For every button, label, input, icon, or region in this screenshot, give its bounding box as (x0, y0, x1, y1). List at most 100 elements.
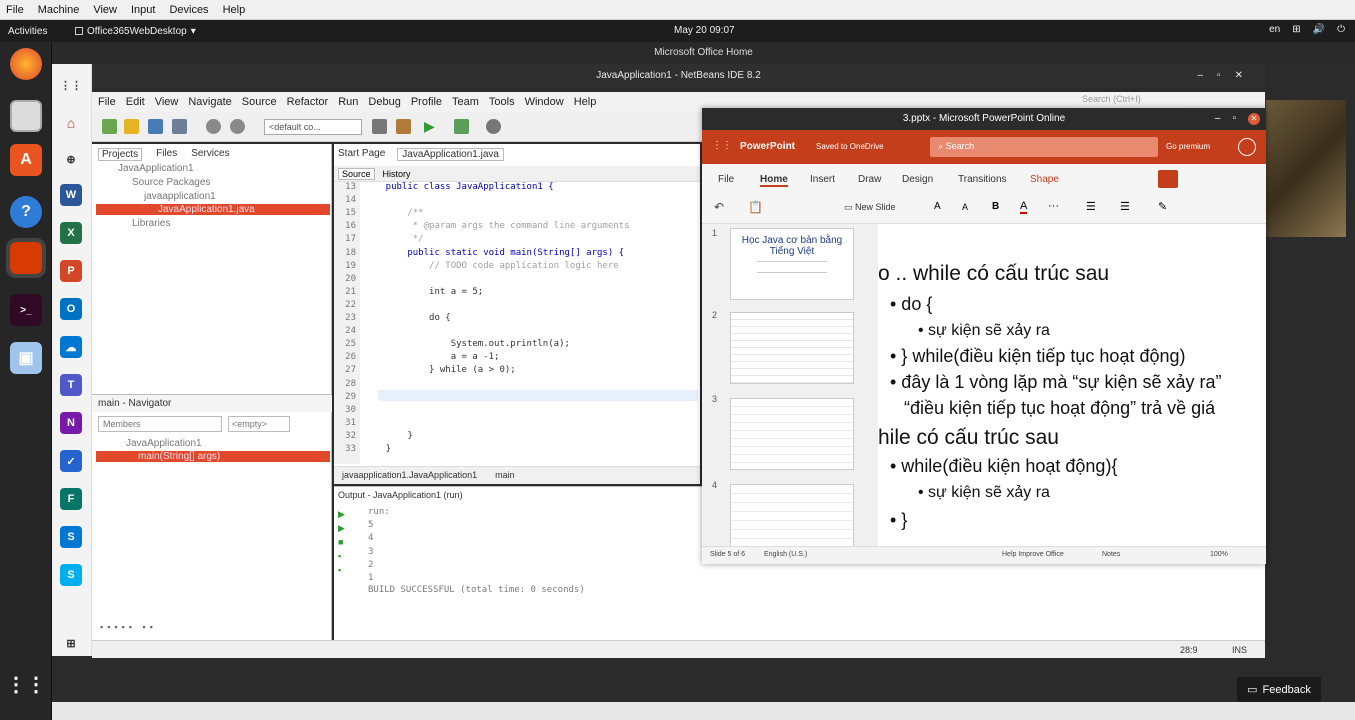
navigator-title[interactable]: main - Navigator (98, 398, 171, 409)
tab-java-file[interactable]: JavaApplication1.java (397, 148, 504, 161)
clean-build-icon[interactable] (396, 119, 411, 134)
window-controls[interactable]: –▫✕ (1198, 64, 1258, 88)
tab-insert[interactable]: Insert (810, 174, 835, 185)
host-menu-item[interactable]: View (93, 4, 117, 16)
bold-icon[interactable]: B (992, 201, 999, 212)
nb-menu-item[interactable]: Help (574, 96, 597, 108)
font-color-icon[interactable]: A (1020, 200, 1028, 214)
bullets-icon[interactable]: ☰ (1086, 200, 1096, 213)
go-premium-link[interactable]: Go premium (1166, 142, 1210, 151)
zoom-level[interactable]: 100% (1210, 551, 1228, 558)
tab-history[interactable]: History (383, 169, 411, 179)
navigator-empty-combo[interactable]: <empty> (228, 416, 290, 432)
sway-icon[interactable]: S (60, 526, 82, 548)
tab-projects[interactable]: Projects (98, 148, 143, 161)
app-menu[interactable]: Office365WebDesktop ▾ (75, 26, 196, 37)
slide-thumb-3[interactable] (730, 398, 854, 470)
todo-icon[interactable]: ✓ (60, 450, 82, 472)
host-menu-item[interactable]: Machine (38, 4, 80, 16)
nb-menu-item[interactable]: Tools (489, 96, 515, 108)
language-indicator[interactable]: en (1269, 24, 1280, 35)
tree-libraries[interactable]: Libraries (132, 218, 170, 229)
clipboard-icon[interactable]: 📋 (748, 200, 763, 214)
font-size-up-icon[interactable]: A (934, 201, 941, 212)
help-icon[interactable]: ? (10, 196, 42, 228)
tab-start-page[interactable]: Start Page (338, 148, 385, 161)
build-icon[interactable] (372, 119, 387, 134)
new-icon[interactable]: ⊕ (60, 148, 82, 170)
undo-icon[interactable]: ↶ (714, 200, 724, 214)
run-icon[interactable]: ▶ (424, 119, 439, 134)
font-size-down-icon[interactable]: A (962, 202, 968, 212)
nb-menu-item[interactable]: Navigate (188, 96, 231, 108)
tab-source[interactable]: Source (338, 167, 375, 180)
debug-icon[interactable] (454, 119, 469, 134)
undo-icon[interactable] (206, 119, 221, 134)
account-icon[interactable] (1238, 138, 1256, 156)
forms-icon[interactable]: F (60, 488, 82, 510)
app-grid-icon[interactable]: ⋮⋮ (6, 668, 46, 700)
config-combo[interactable]: <default co... (264, 119, 362, 135)
comment-button[interactable] (1158, 170, 1178, 188)
ppt-saved-status[interactable]: Saved to OneDrive (816, 142, 884, 151)
virtualbox-icon[interactable]: ▣ (10, 342, 42, 374)
host-menu-item[interactable]: File (6, 4, 24, 16)
tree-package[interactable]: javaapplication1 (144, 191, 216, 202)
excel-icon[interactable]: X (60, 222, 82, 244)
nb-menu-item[interactable]: Debug (368, 96, 400, 108)
ppt-window-controls[interactable]: –▫ ✕ (1215, 108, 1260, 130)
slide-thumb-2[interactable] (730, 312, 854, 384)
activities-button[interactable]: Activities (0, 26, 75, 37)
tab-files[interactable]: Files (156, 148, 177, 161)
onedrive-icon[interactable]: ☁ (60, 336, 82, 358)
terminal-icon[interactable]: >_ (10, 294, 42, 326)
save-all-icon[interactable] (172, 119, 187, 134)
new-slide-button[interactable]: ▭ New Slide (844, 202, 896, 213)
software-icon[interactable]: A (10, 144, 42, 176)
ppt-brand[interactable]: PowerPoint (740, 141, 795, 152)
nb-menu-item[interactable]: Profile (411, 96, 442, 108)
notes-button[interactable]: Notes (1102, 551, 1120, 558)
slide-thumb-1[interactable]: Học Java cơ bản bằng Tiếng Việt (730, 228, 854, 300)
navigator-filter[interactable]: Members (98, 416, 222, 432)
tab-home[interactable]: Home (760, 174, 788, 187)
tab-services[interactable]: Services (191, 148, 229, 161)
nb-menu-item[interactable]: Window (525, 96, 564, 108)
redo-icon[interactable] (230, 119, 245, 134)
all-apps-icon[interactable]: ⊞ (60, 632, 82, 654)
clock[interactable]: May 20 09:07 (674, 25, 735, 36)
word-icon[interactable]: W (60, 184, 82, 206)
nb-menu-item[interactable]: Refactor (287, 96, 329, 108)
align-icon[interactable]: ☰ (1120, 200, 1130, 213)
tab-file[interactable]: File (718, 174, 734, 185)
office-icon[interactable] (6, 238, 46, 278)
breadcrumb-class[interactable]: javaapplication1.JavaApplication1 (342, 470, 477, 481)
designer-icon[interactable]: ✎ (1158, 200, 1167, 213)
waffle-icon[interactable]: ⋮⋮ (60, 74, 82, 96)
tab-shape[interactable]: Shape (1030, 174, 1059, 185)
feedback-button[interactable]: ▭ Feedback (1237, 677, 1321, 702)
tab-design[interactable]: Design (902, 174, 933, 185)
nb-menu-item[interactable]: File (98, 96, 116, 108)
nb-menu-item[interactable]: Team (452, 96, 479, 108)
slide-canvas[interactable]: o .. while có cấu trúc sau • do {• sự kiệ… (878, 224, 1258, 546)
nav-class[interactable]: JavaApplication1 (126, 438, 202, 449)
teams-icon[interactable]: T (60, 374, 82, 396)
nb-menu-item[interactable]: Edit (126, 96, 145, 108)
nb-menu-item[interactable]: View (155, 96, 179, 108)
outlook-icon[interactable]: O (60, 298, 82, 320)
output-title[interactable]: Output - JavaApplication1 (run) (338, 490, 463, 500)
skype-icon[interactable]: S (60, 564, 82, 586)
host-menu-item[interactable]: Input (131, 4, 155, 16)
home-icon[interactable]: ⌂ (60, 112, 82, 134)
host-menu-item[interactable]: Devices (169, 4, 208, 16)
firefox-icon[interactable] (10, 48, 42, 80)
onenote-icon[interactable]: N (60, 412, 82, 434)
open-project-icon[interactable] (148, 119, 163, 134)
new-project-icon[interactable] (124, 119, 139, 134)
ppt-search-box[interactable]: ⌕ Search (930, 137, 1158, 157)
language-status[interactable]: English (U.S.) (764, 551, 807, 558)
tree-source-packages[interactable]: Source Packages (132, 177, 210, 188)
tree-java-file[interactable]: JavaApplication1.java (96, 204, 330, 215)
new-file-icon[interactable] (102, 119, 117, 134)
